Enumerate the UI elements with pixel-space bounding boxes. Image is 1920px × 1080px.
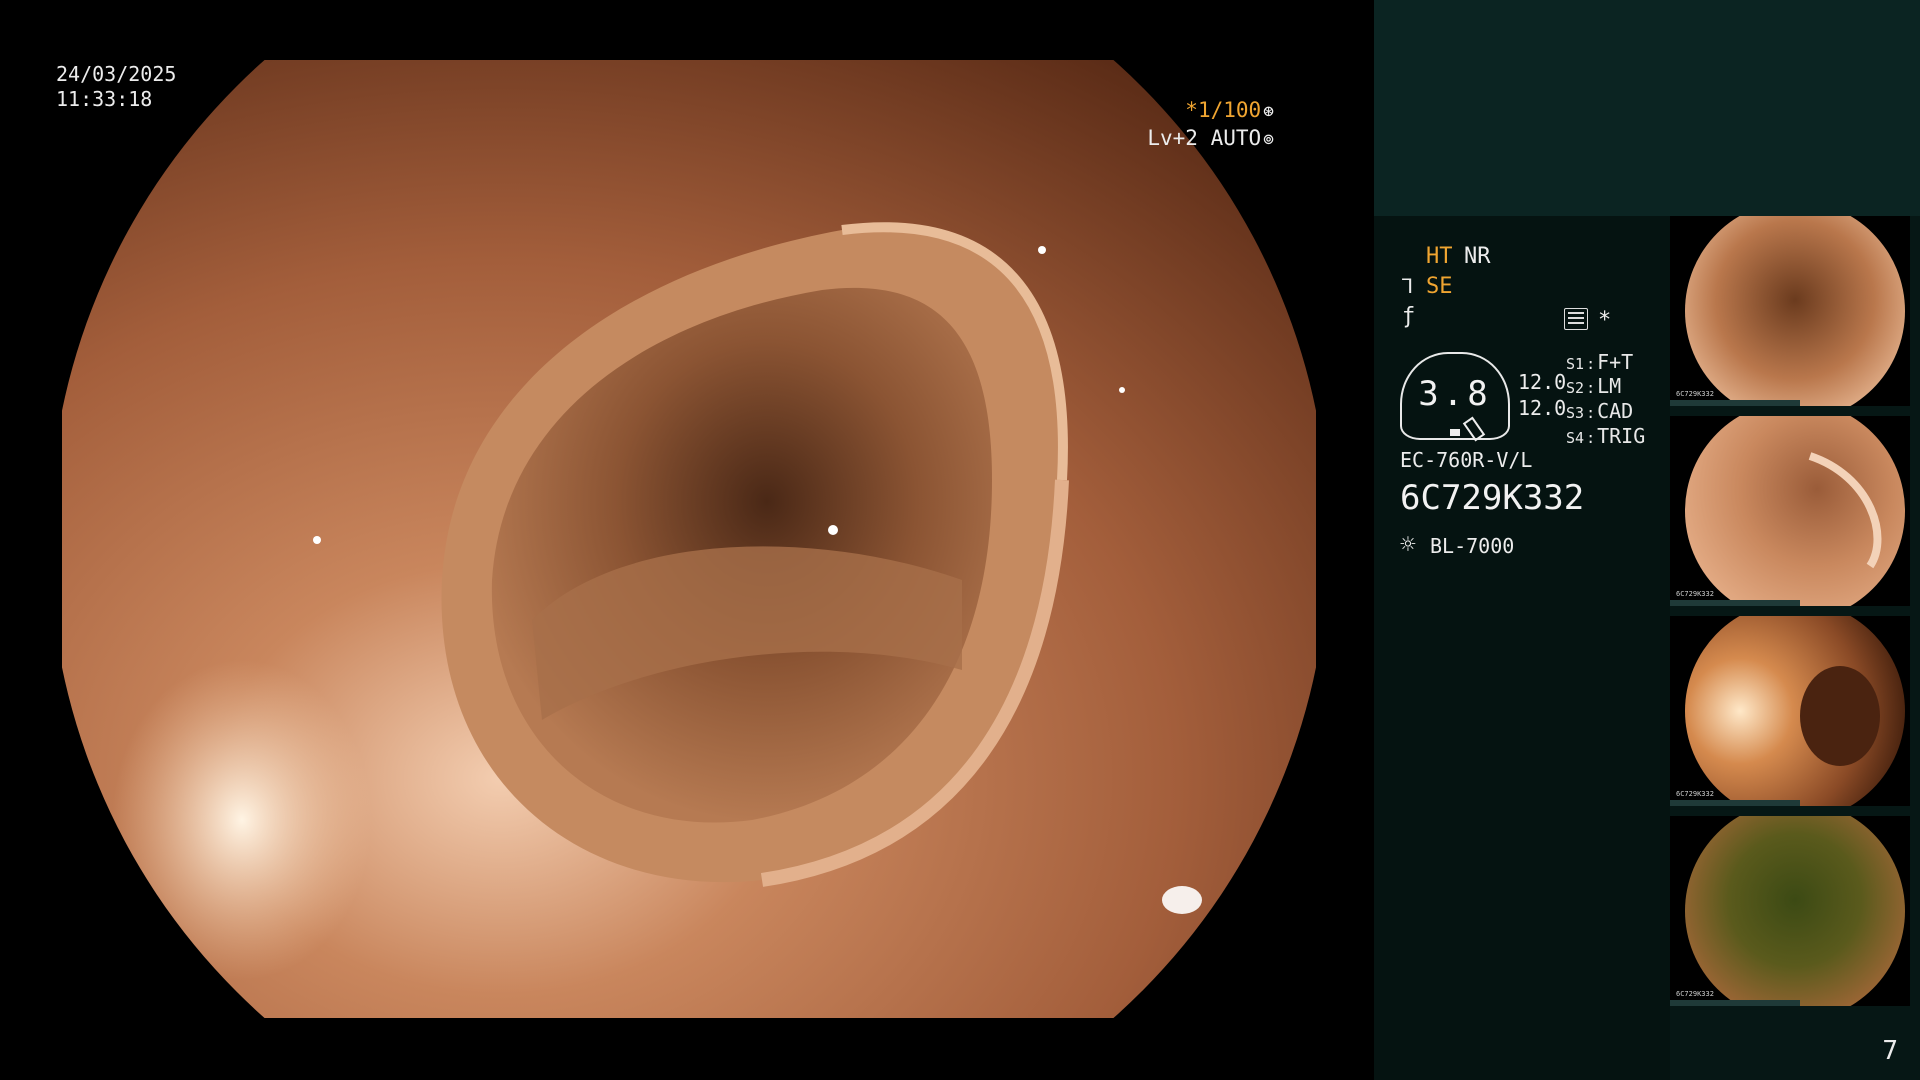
level-text: Lv+2 AUTO bbox=[1147, 126, 1262, 150]
exposure-text: *1/100 bbox=[1185, 98, 1262, 122]
switch-key: S2 bbox=[1566, 379, 1585, 397]
scope-serial: 6C729K332 bbox=[1400, 478, 1585, 518]
value-1: 12.0 bbox=[1518, 370, 1567, 394]
scope-icon: ⅂ bbox=[1402, 274, 1414, 298]
star-indicator: * bbox=[1598, 308, 1612, 333]
thumbnail-image[interactable]: 6C729K332 bbox=[1670, 616, 1910, 806]
f-symbol-icon: ƒ bbox=[1402, 304, 1416, 329]
thumbnail-label: 6C729K332 bbox=[1676, 790, 1714, 798]
info-panel: HT NR ⅂ SE ƒ * 3.8 12.0 12.0 S1: F+T S2: L… bbox=[1374, 216, 1670, 1080]
switch-value: LM bbox=[1597, 374, 1622, 398]
nr-indicator: NR bbox=[1464, 244, 1491, 269]
thumbnail-label: 6C729K332 bbox=[1676, 390, 1714, 398]
switch-key: S3 bbox=[1566, 404, 1585, 422]
thumbnail-label: 6C729K332 bbox=[1676, 990, 1714, 998]
thumbnail-image[interactable]: 6C729K332 bbox=[1670, 816, 1910, 1006]
endoscopic-image bbox=[62, 60, 1316, 1018]
switch-3: S3: CAD bbox=[1566, 399, 1634, 423]
exposure-readout: *1/100 ⊛ bbox=[1185, 98, 1274, 124]
thumbnail-image[interactable]: 6C729K332 bbox=[1670, 216, 1910, 406]
display-icon bbox=[1564, 308, 1588, 330]
header-band bbox=[1374, 0, 1920, 216]
date-time-display: 24/03/2025 11:33:18 bbox=[56, 62, 176, 112]
switch-value: TRIG bbox=[1597, 424, 1646, 448]
page-number: 7 bbox=[1882, 1036, 1898, 1066]
switch-4: S4: TRIG bbox=[1566, 424, 1646, 448]
switch-value: CAD bbox=[1597, 399, 1634, 423]
shutter-icon: ⊛ bbox=[1263, 101, 1274, 122]
gauge-marker-icon bbox=[1450, 429, 1460, 436]
switch-key: S4 bbox=[1566, 429, 1585, 447]
date-text: 24/03/2025 bbox=[56, 62, 177, 86]
thumbnail-image[interactable]: 6C729K332 bbox=[1670, 416, 1910, 606]
switch-key: S1 bbox=[1566, 355, 1585, 373]
gauge-display: 3.8 bbox=[1400, 352, 1510, 442]
scope-model: EC-760R-V/L bbox=[1400, 448, 1533, 472]
tool-icon bbox=[1462, 416, 1486, 442]
switch-1: S1: F+T bbox=[1566, 350, 1634, 374]
endoscope-view: 24/03/2025 11:33:18 *1/100 ⊛ Lv+2 AUTO ⊚ bbox=[0, 0, 1374, 1080]
thumbnail-strip: 6C729K332 6C729K332 6C729K332 6C729K332 bbox=[1670, 216, 1920, 1080]
brightness-level-readout: Lv+2 AUTO ⊚ bbox=[1147, 126, 1274, 152]
thumbnail-label: 6C729K332 bbox=[1676, 590, 1714, 598]
iris-icon: ⊚ bbox=[1263, 129, 1274, 150]
value-2: 12.0 bbox=[1518, 396, 1567, 420]
gauge-value: 3.8 bbox=[1418, 374, 1492, 414]
switch-value: F+T bbox=[1597, 350, 1634, 374]
se-indicator: SE bbox=[1426, 274, 1453, 299]
switch-2: S2: LM bbox=[1566, 374, 1622, 398]
light-source: BL-7000 bbox=[1430, 534, 1515, 558]
time-text: 11:33:18 bbox=[56, 87, 153, 111]
ht-indicator: HT bbox=[1426, 244, 1453, 269]
lamp-icon: ☼ bbox=[1400, 530, 1416, 560]
